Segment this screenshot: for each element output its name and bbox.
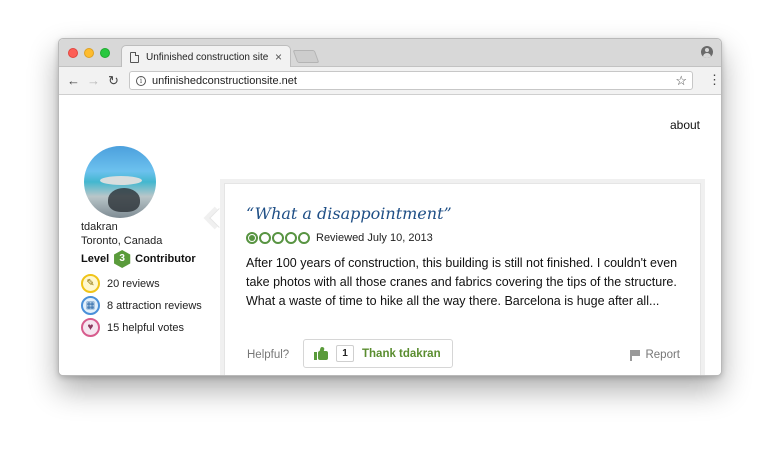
tab-title: Unfinished construction site [146, 51, 269, 63]
report-button[interactable]: Report [629, 349, 680, 361]
stat-helpful-votes: ♥ 15 helpful votes [81, 318, 184, 337]
reviewer-username[interactable]: tdakran [81, 221, 118, 233]
browser-toolbar: ← → ↻ i unfinishedconstructionsite.net ☆… [59, 67, 721, 95]
maximize-window-button[interactable] [100, 48, 110, 58]
url-text[interactable]: unfinishedconstructionsite.net [152, 75, 675, 87]
thank-label: Thank tdakran [362, 347, 441, 360]
page-content: about tdakran Toronto, Canada Level 3 Co… [59, 96, 721, 375]
report-label: Report [645, 349, 680, 361]
back-arrow-icon[interactable]: ← [67, 73, 80, 89]
stat-reviews-text: 20 reviews [107, 277, 160, 290]
rating-bubble [246, 232, 258, 244]
thumbs-up-icon [314, 346, 328, 360]
reviewer-location: Toronto, Canada [81, 235, 163, 247]
stat-reviews: ✎ 20 reviews [81, 274, 160, 293]
profile-icon[interactable] [701, 46, 713, 58]
rating-bubbles: Reviewed July 10, 2013 [246, 232, 433, 244]
reload-icon[interactable]: ↻ [108, 73, 119, 89]
tab-bar: Unfinished construction site × [59, 39, 721, 68]
level-title: Contributor [135, 253, 196, 265]
forward-arrow-icon[interactable]: → [87, 73, 100, 89]
building-icon: ▦ [81, 296, 100, 315]
new-tab-button[interactable] [292, 50, 320, 63]
page-icon [130, 51, 139, 63]
close-tab-icon[interactable]: × [275, 51, 282, 63]
rating-bubble [298, 232, 310, 244]
bookmark-star-icon[interactable]: ☆ [675, 73, 687, 89]
menu-dots-icon[interactable]: ⋮ [708, 73, 721, 87]
rating-bubble [285, 232, 297, 244]
minimize-window-button[interactable] [84, 48, 94, 58]
level-badge-icon: 3 [114, 250, 131, 268]
stat-attraction-reviews: ▦ 8 attraction reviews [81, 296, 202, 315]
rating-bubble [272, 232, 284, 244]
review-date: Reviewed July 10, 2013 [316, 232, 433, 244]
helpful-label: Helpful? [247, 349, 290, 361]
info-icon[interactable]: i [136, 75, 146, 86]
about-link[interactable]: about [670, 118, 700, 132]
reviewer-level: Level 3 Contributor [81, 250, 196, 268]
avatar[interactable] [84, 146, 156, 218]
rating-bubble [259, 232, 271, 244]
pencil-icon: ✎ [81, 274, 100, 293]
stat-helpful-text: 15 helpful votes [107, 321, 185, 334]
level-label: Level [81, 253, 110, 265]
close-window-button[interactable] [68, 48, 78, 58]
thumbs-up-badge-icon: ♥ [81, 318, 100, 337]
stat-attractions-text: 8 attraction reviews [107, 299, 202, 312]
address-bar[interactable]: i unfinishedconstructionsite.net ☆ [129, 71, 693, 90]
browser-tab[interactable]: Unfinished construction site × [121, 45, 291, 68]
flag-icon [629, 349, 641, 361]
browser-window: Unfinished construction site × ← → ↻ i u… [58, 38, 722, 376]
thank-button[interactable]: 1 Thank tdakran [303, 339, 453, 368]
review-title[interactable]: “What a disappointment” [246, 204, 452, 223]
review-card: “What a disappointment” Reviewed July 10… [224, 183, 701, 375]
review-body: After 100 years of construction, this bu… [246, 256, 678, 308]
thank-count: 1 [336, 345, 354, 362]
